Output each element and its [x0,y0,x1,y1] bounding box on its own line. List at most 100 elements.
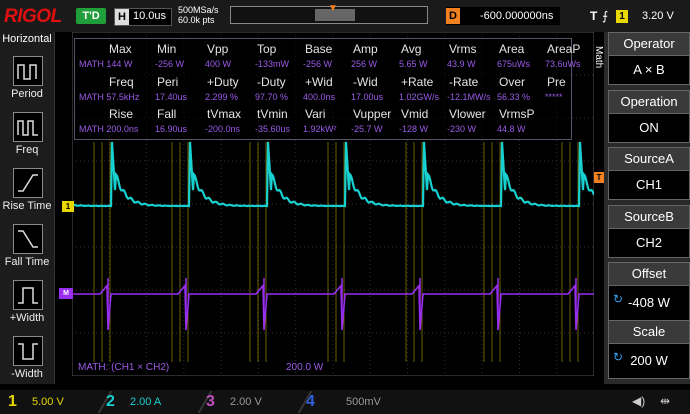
operator-value[interactable]: A × B [608,55,690,85]
measure-value: 17.00us [351,92,384,102]
measure-header: Max [109,42,132,56]
measure-value: 43.9 W [447,59,476,69]
measure-value: -128 W [399,124,429,134]
operation-value[interactable]: ON [608,113,690,143]
fall-time-label: Fall Time [4,256,50,268]
memory-depth: 60.0k pts [178,15,215,25]
measure-value: 5.65 W [399,59,428,69]
measure-value-row-3: MATH 200.0ns 16.90us -200.0ns -35.60us 1.92k… [79,124,567,136]
memory-overview-bar[interactable]: ▼ [230,3,428,24]
positive-width-label: +Width [9,312,45,324]
measure-value: -12.1MW/s [447,92,491,102]
negative-width-icon [13,336,43,366]
delay-label: D [446,8,460,24]
delay-display[interactable]: D -600.000000ns [446,7,560,25]
scale-menu[interactable]: Scale ↻ 200 W [608,320,690,379]
ch4-status[interactable]: 4 500mV [298,391,396,413]
measure-value: 1.02GW/s [399,92,440,102]
offset-value[interactable]: ↻ -408 W [608,285,690,321]
measure-value: -133mW [255,59,290,69]
measure-value: -200.0ns [205,124,241,134]
measure-header: +Rate [401,75,434,89]
horizontal-scale-display[interactable]: H 10.0us [114,8,172,26]
measure-value: MATH 144 W [79,59,133,69]
math-expression-label: MATH: (CH1 × CH2) [78,362,170,373]
rise-time-measure-button[interactable]: Rise Time [3,162,51,222]
measure-header: -Duty [257,75,286,89]
measure-value: -256 W [303,59,333,69]
operator-value-text: A × B [633,62,665,77]
positive-width-measure-button[interactable]: +Width [3,274,51,334]
measure-value: 97.70 % [255,92,289,102]
ch1-offset-marker[interactable]: 1 [62,201,74,212]
trigger-display[interactable]: T ⨍ 1 3.20 V [590,7,688,25]
source-a-value[interactable]: CH1 [608,170,690,200]
measure-value: -35.60us [255,124,291,134]
measure-header: Vupper [353,107,392,121]
ch3-number: 3 [206,393,215,410]
measure-header: -Wid [353,75,378,89]
left-panel-title: Horizontal [2,33,52,45]
scale-knob-icon: ↻ [613,350,624,364]
trigger-level: 3.20 V [642,10,674,22]
measure-header: Vmid [401,107,429,121]
measure-value: -25.7 W [351,124,383,134]
trigger-status-badge: T'D [76,8,106,24]
trigger-edge-icon: ⨍ [602,9,609,23]
frequency-icon [13,112,43,142]
math-scale-label: 200.0 W [286,362,324,373]
measure-value-row-1: MATH 144 W -256 W 400 W -133mW -256 W 256 W 5.… [79,59,581,71]
measure-header: AreaP [547,42,581,56]
measure-value: 256 W [351,59,378,69]
trigger-source-badge: 1 [616,10,628,23]
measure-value: 675uWs [497,59,531,69]
ch3-status[interactable]: 3 2.00 V [198,391,296,413]
measure-header: +Duty [207,75,239,89]
freq-measure-button[interactable]: Freq [3,106,51,166]
measurement-results-panel: Max Min Vpp Top Base Amp Avg Vrms Area AreaP MATH… [74,38,581,140]
measure-value: 73.6uWs [545,59,581,69]
measure-value: ***** [545,92,563,102]
offset-value-text: -408 W [628,295,670,310]
source-a-menu[interactable]: SourceA CH1 [608,147,690,200]
freq-label: Freq [15,144,39,156]
period-icon [13,56,43,86]
sample-rate: 500MSa/s [178,5,219,15]
measure-header: Area [499,42,525,56]
operation-menu[interactable]: Operation ON [608,90,690,143]
measure-value: -230 W [447,124,477,134]
measure-header: Min [157,42,177,56]
scale-value[interactable]: ↻ 200 W [608,343,690,379]
measure-header: tVmin [257,107,288,121]
fall-time-measure-button[interactable]: Fall Time [3,218,51,278]
source-b-menu[interactable]: SourceB CH2 [608,205,690,258]
operator-menu[interactable]: Operator A × B [608,32,690,85]
trigger-level-marker[interactable]: T [594,172,604,183]
math-offset-marker[interactable]: M [59,288,73,299]
measure-value: 400 W [205,59,232,69]
measure-value: 44.8 W [497,124,526,134]
operator-header: Operator [608,32,690,55]
speaker-icon[interactable]: ◀) [632,394,645,408]
negative-width-measure-button[interactable]: -Width [3,330,51,390]
trigger-label: T [590,9,598,23]
ch2-status[interactable]: 2 2.00 A [98,391,196,413]
measure-header-row-1: Max Min Vpp Top Base Amp Avg Vrms Area AreaP [81,42,580,56]
period-measure-button[interactable]: Period [3,50,51,110]
measure-value: 1.92kW² [303,124,337,134]
horizontal-scale-value: 10.0us [133,10,167,22]
measure-value: MATH 200.0ns [79,124,139,134]
offset-knob-icon: ↻ [613,292,624,306]
measure-header: +Wid [305,75,333,89]
offset-menu[interactable]: Offset ↻ -408 W [608,262,690,321]
measure-value: 400.0ns [303,92,336,102]
source-b-value[interactable]: CH2 [608,228,690,258]
ch1-scale: 5.00 V [32,396,64,408]
measure-header: Base [305,42,333,56]
ch1-number: 1 [8,393,17,410]
fall-time-icon [13,224,43,254]
horizontal-label: H [115,9,129,25]
ch1-status[interactable]: 1 5.00 V [8,393,98,411]
operation-value-text: ON [639,120,659,135]
source-b-value-text: CH2 [635,235,662,250]
